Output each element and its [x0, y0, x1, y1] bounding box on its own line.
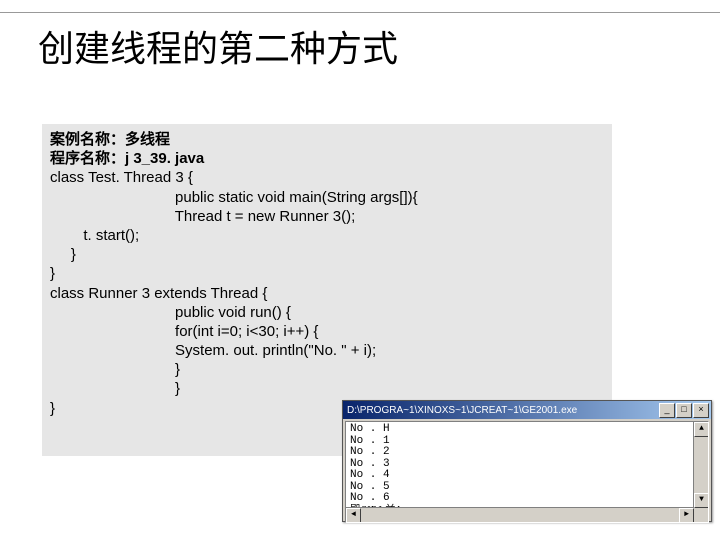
scrollbar-horizontal[interactable]: ◄ ► — [346, 507, 694, 522]
console-body: No . H No . 1 No . 2 No . 3 No . 4 No . … — [345, 421, 709, 523]
console-line: No . 2 — [350, 447, 704, 459]
console-titlebar[interactable]: D:\PROGRA~1\XINOXS~1\JCREAT~1\GE2001.exe… — [343, 401, 711, 419]
code-line: t. start(); — [50, 226, 604, 245]
title-divider — [0, 12, 720, 13]
code-line: class Runner 3 extends Thread { — [50, 284, 604, 303]
code-line: } — [50, 245, 604, 264]
slide: 创建线程的第二种方式 案例名称：多线程 程序名称：j 3_39. java cl… — [0, 0, 720, 540]
console-line: No . H — [350, 424, 704, 436]
console-title: D:\PROGRA~1\XINOXS~1\JCREAT~1\GE2001.exe — [347, 405, 577, 416]
code-line: } — [50, 264, 604, 283]
scroll-right-icon[interactable]: ► — [679, 508, 694, 523]
code-line: } — [50, 360, 604, 379]
scroll-up-icon[interactable]: ▲ — [694, 422, 709, 437]
code-line: public void run() { — [50, 303, 604, 322]
code-line: 程序名称：j 3_39. java — [50, 149, 604, 168]
close-button[interactable]: × — [693, 403, 709, 418]
code-line: Thread t = new Runner 3(); — [50, 207, 604, 226]
console-line: No . 4 — [350, 470, 704, 482]
scroll-left-icon[interactable]: ◄ — [346, 508, 361, 523]
console-line: No . 1 — [350, 436, 704, 448]
console-window: D:\PROGRA~1\XINOXS~1\JCREAT~1\GE2001.exe… — [342, 400, 712, 522]
scrollbar-vertical[interactable]: ▲ ▼ — [693, 422, 708, 508]
window-buttons: _ □ × — [659, 403, 709, 418]
code-line: 案例名称：多线程 — [50, 130, 604, 149]
console-line: No . 3 — [350, 459, 704, 471]
code-line: public static void main(String args[]){ — [50, 188, 604, 207]
console-line: No . 5 — [350, 482, 704, 494]
code-line: } — [50, 379, 604, 398]
minimize-button[interactable]: _ — [659, 403, 675, 418]
maximize-button[interactable]: □ — [676, 403, 692, 418]
slide-title: 创建线程的第二种方式 — [38, 20, 398, 72]
code-line: System. out. println("No. " + i); — [50, 341, 604, 360]
scroll-down-icon[interactable]: ▼ — [694, 493, 709, 508]
code-line: class Test. Thread 3 { — [50, 168, 604, 187]
scroll-corner — [694, 508, 708, 522]
code-line: for(int i=0; i<30; i++) { — [50, 322, 604, 341]
